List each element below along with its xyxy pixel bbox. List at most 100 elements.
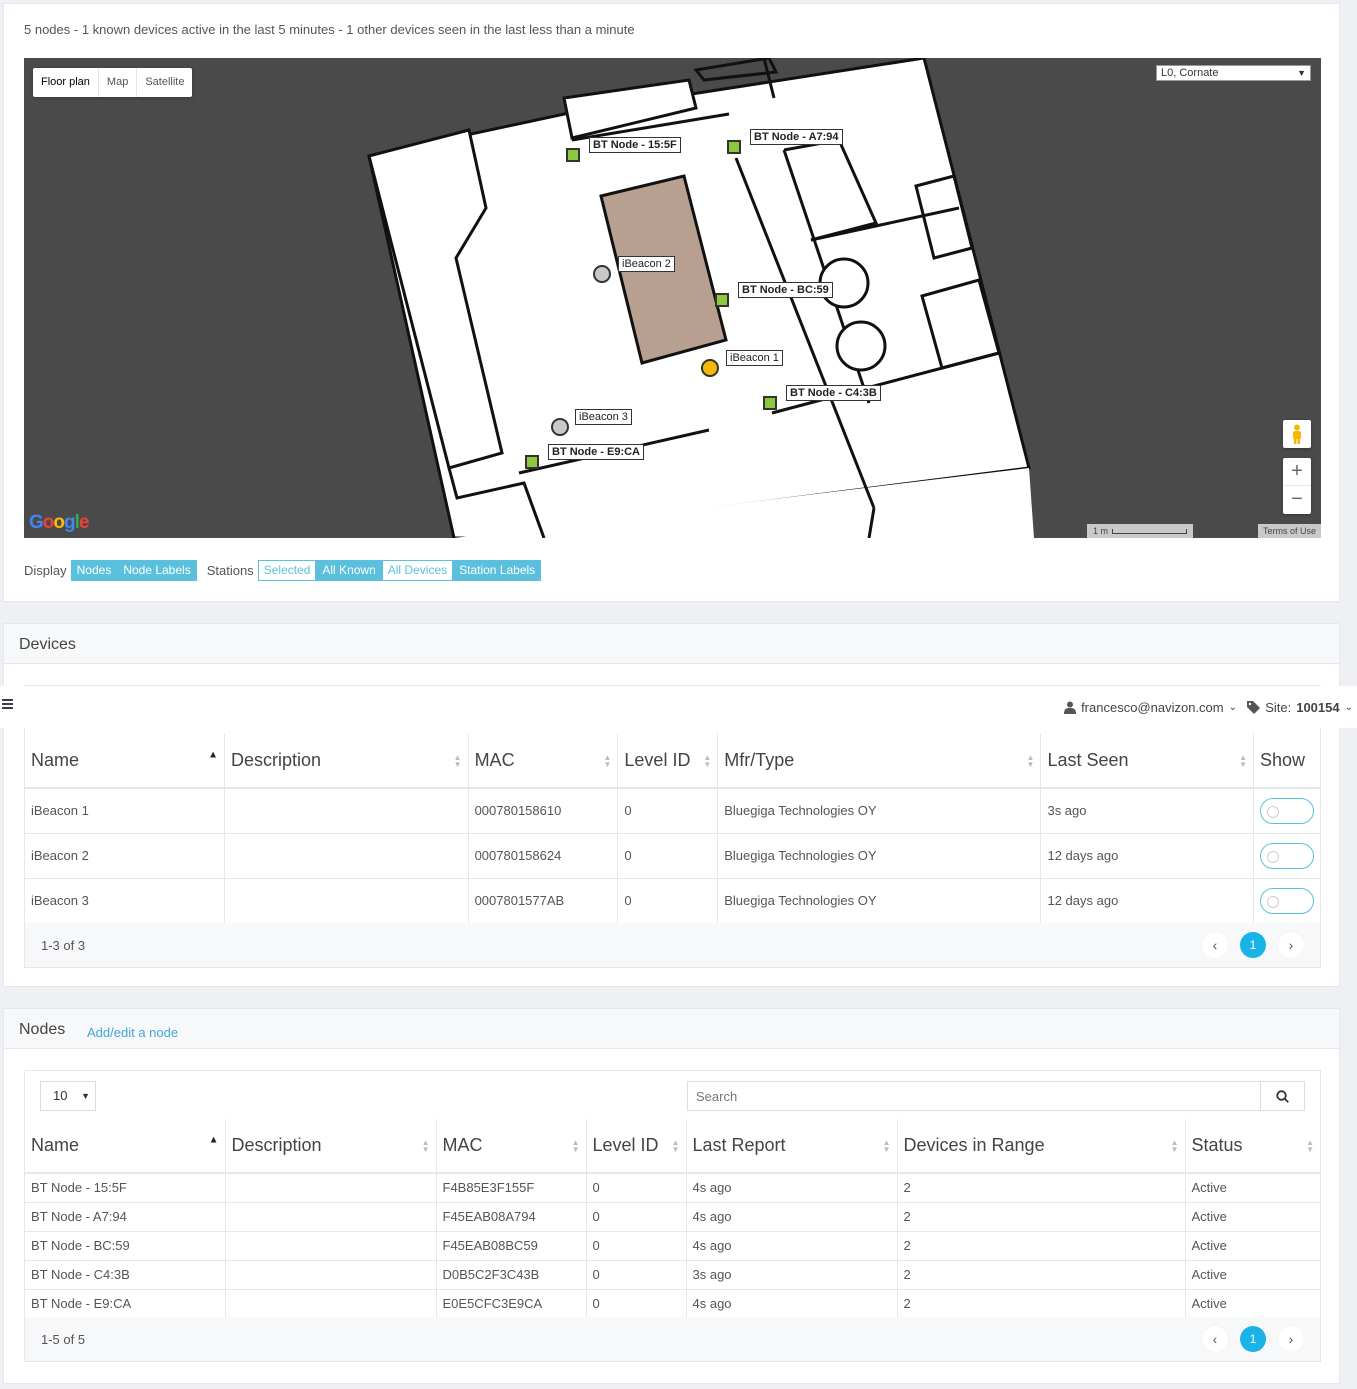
stations-all-known-toggle[interactable]: All Known [316,560,382,581]
column-header-last-report[interactable]: Last Report ▲ ▼ [686,1119,898,1174]
cell-mac: E0E5CFC3E9CA [436,1289,587,1319]
google-logo: Google [29,512,89,533]
column-header-mac[interactable]: MAC ▲ ▼ [468,734,619,789]
display-button-group: Nodes Node Labels [70,560,197,581]
column-header-last-seen[interactable]: Last Seen ▲ ▼ [1040,734,1254,789]
search-input[interactable] [688,1082,1260,1110]
map-node-marker[interactable] [763,396,777,410]
show-toggle[interactable] [1260,797,1314,824]
floor-map[interactable]: Floor plan Map Satellite L0, Cornate ▼ B… [24,58,1321,538]
cell-mac: F45EAB08A794 [436,1202,587,1232]
show-toggle[interactable] [1260,842,1314,869]
cell-status: Active [1185,1231,1320,1261]
site-menu[interactable]: Site: 100154 ⌄ [1247,700,1353,715]
cell-mfr-type: Bluegiga Technologies OY [717,878,1042,924]
column-header-level-id[interactable]: Level ID ▲ ▼ [617,734,719,789]
stations-selected-toggle[interactable]: Selected [257,560,317,581]
cell-level-id: 0 [586,1260,687,1290]
table-row[interactable]: BT Node - E9:CA E0E5CFC3E9CA 0 4s ago 2 … [25,1289,1320,1319]
table-row[interactable]: iBeacon 1 000780158610 0 Bluegiga Techno… [25,788,1320,834]
current-page-button[interactable]: 1 [1240,932,1266,958]
map-node-marker[interactable] [566,148,580,162]
devices-panel: Devices Name ▲ Description ▲ ▼ MAC ▲ ▼ Level … [3,623,1340,987]
map-beacon-marker[interactable] [551,418,569,436]
table-row[interactable]: BT Node - C4:3B D0B5C2F3C43B 0 3s ago 2 … [25,1260,1320,1290]
cell-mac: 000780158624 [468,833,619,879]
table-row[interactable]: BT Node - 15:5F F4B85E3F155F 0 4s ago 2 … [25,1173,1320,1203]
user-email: francesco@navizon.com [1081,699,1224,715]
map-beacon-marker[interactable] [701,359,719,377]
display-node-labels-toggle[interactable]: Node Labels [117,560,197,581]
terms-of-use-link[interactable]: Terms of Use [1257,524,1321,538]
show-toggle[interactable] [1260,887,1314,914]
user-menu[interactable]: francesco@navizon.com ⌄ [1064,700,1237,715]
cell-level-id: 0 [617,878,719,924]
cell-last-report: 4s ago [686,1289,898,1319]
cell-status: Active [1185,1202,1320,1232]
cell-level-id: 0 [617,833,719,879]
nodes-table-box: 10 ▼ Name▲ Description▲▼ MAC▲▼ Level ID▲… [24,1070,1321,1362]
sort-asc-icon: ▲ [208,1134,219,1146]
cell-description [224,833,469,879]
map-beacon-marker[interactable] [593,265,611,283]
cell-description [224,878,469,924]
column-header-level-id[interactable]: Level ID ▲ ▼ [586,1119,687,1174]
floor-plan-drawing [367,58,1034,538]
per-page-select[interactable]: 10 ▼ [40,1081,96,1111]
current-page-button[interactable]: 1 [1240,1326,1266,1352]
devices-table-header: Name ▲ Description ▲ ▼ MAC ▲ ▼ Level ID ▲ ▼ Mfr… [25,734,1320,789]
column-header-name[interactable]: Name ▲ [25,1119,226,1174]
cell-last-seen: 12 days ago [1040,878,1254,924]
cell-status: Active [1185,1260,1320,1290]
column-header-mfr-type[interactable]: Mfr/Type ▲ ▼ [717,734,1042,789]
next-page-button[interactable]: › [1278,1326,1304,1352]
sort-icon: ▲ ▼ [1239,752,1247,769]
column-header-mac[interactable]: MAC ▲ ▼ [436,1119,587,1174]
nodes-panel-header: Nodes Add/edit a node [4,1009,1339,1049]
dropdown-arrow-icon: ▼ [81,1091,90,1101]
cell-description [225,1173,437,1203]
column-header-devices-in-range[interactable]: Devices in Range ▲ ▼ [897,1119,1186,1174]
map-node-marker[interactable] [715,293,729,307]
scale-label: 1 m [1092,526,1108,536]
zoom-in-button[interactable]: + [1283,458,1311,486]
add-edit-node-link[interactable]: Add/edit a node [87,1025,178,1040]
prev-page-button[interactable]: ‹ [1202,1326,1228,1352]
stations-label: Stations [206,563,254,578]
nodes-panel: Nodes Add/edit a node 10 ▼ Name▲ Descrip… [3,1008,1340,1384]
column-header-status[interactable]: Status ▲ ▼ [1185,1119,1320,1174]
map-type-satellite[interactable]: Satellite [137,68,192,97]
table-row[interactable]: iBeacon 3 0007801577AB 0 Bluegiga Techno… [25,878,1320,924]
column-header-name[interactable]: Name ▲ [25,734,226,789]
column-header-description[interactable]: Description ▲ ▼ [225,1119,437,1174]
search-icon [1276,1089,1289,1103]
map-type-map[interactable]: Map [99,68,138,97]
search-button[interactable] [1260,1082,1304,1110]
cell-level-id: 0 [586,1173,687,1203]
site-value: 100154 [1296,699,1340,715]
nodes-title: Nodes [19,1021,66,1038]
next-page-button[interactable]: › [1278,932,1304,958]
table-row[interactable]: BT Node - A7:94 F45EAB08A794 0 4s ago 2 … [25,1202,1320,1232]
stations-all-devices-toggle[interactable]: All Devices [381,560,454,581]
table-row[interactable]: BT Node - BC:59 F45EAB08BC59 0 4s ago 2 … [25,1231,1320,1261]
map-node-marker[interactable] [525,455,539,469]
map-type-floor-plan[interactable]: Floor plan [33,68,99,97]
stations-labels-toggle[interactable]: Station Labels [453,560,542,581]
map-scale: 1 m [1086,524,1193,538]
hamburger-menu-icon[interactable] [2,699,13,711]
cell-mfr-type: Bluegiga Technologies OY [717,788,1042,834]
street-view-pegman-icon[interactable] [1283,420,1311,448]
display-nodes-toggle[interactable]: Nodes [70,560,118,581]
table-row[interactable]: iBeacon 2 000780158624 0 Bluegiga Techno… [25,833,1320,879]
map-panel: 5 nodes - 1 known devices active in the … [3,3,1340,602]
prev-page-button[interactable]: ‹ [1202,932,1228,958]
chevron-down-icon: ⌄ [1344,701,1353,713]
zoom-out-button[interactable]: − [1283,486,1311,514]
pagination-summary: 1-3 of 3 [41,937,86,953]
column-header-description[interactable]: Description ▲ ▼ [224,734,469,789]
cell-last-report: 4s ago [686,1231,898,1261]
cell-show [1253,788,1320,834]
map-node-marker[interactable] [727,140,741,154]
level-select[interactable]: L0, Cornate ▼ [1156,65,1311,81]
